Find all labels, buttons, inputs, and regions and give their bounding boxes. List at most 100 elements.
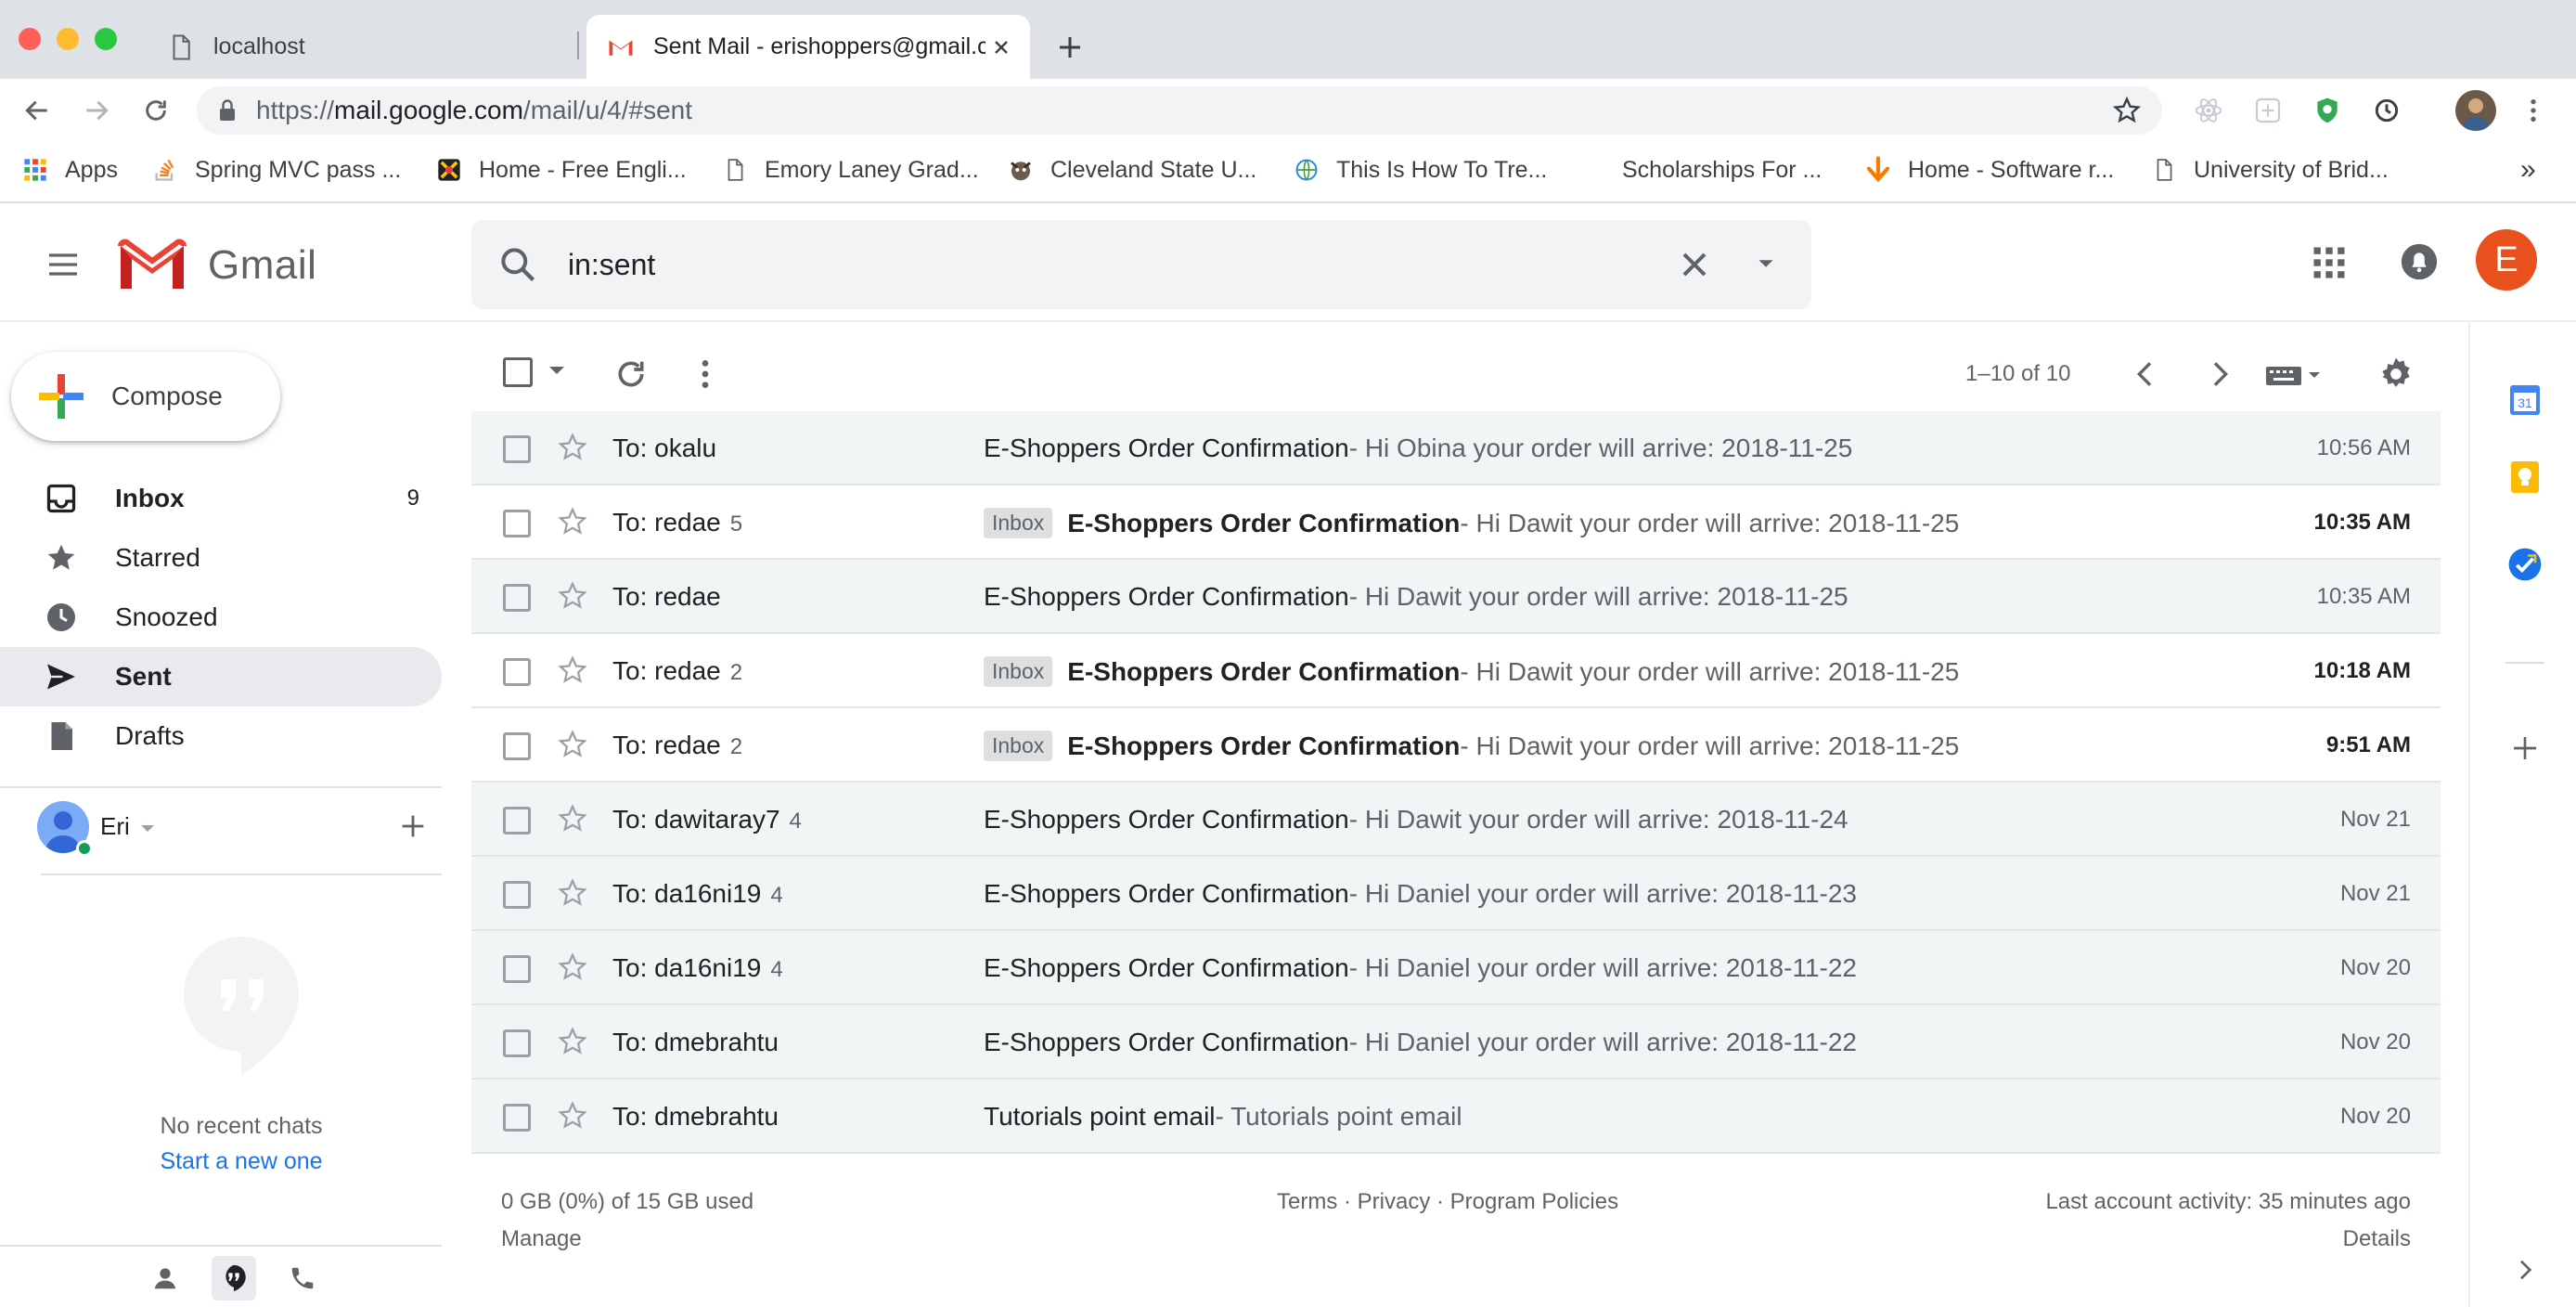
account-avatar[interactable]: E — [2476, 229, 2537, 291]
email-row[interactable]: To: redae E-Shoppers Order Confirmation … — [471, 560, 2441, 634]
keep-bulb-icon[interactable] — [2505, 458, 2544, 497]
star-toggle-icon[interactable] — [557, 877, 588, 909]
inbox-label-badge[interactable]: Inbox — [984, 731, 1053, 761]
search-input[interactable] — [568, 239, 1533, 291]
bookmark-star-icon[interactable] — [2112, 96, 2142, 125]
refresh-icon[interactable] — [612, 356, 650, 393]
nav-starred[interactable]: Starred — [0, 528, 442, 588]
compose-button[interactable]: Compose — [11, 352, 280, 441]
manage-storage-link[interactable]: Manage — [501, 1226, 582, 1252]
profile-avatar-icon[interactable] — [2455, 90, 2496, 131]
star-toggle-icon[interactable] — [557, 580, 588, 612]
star-toggle-icon[interactable] — [557, 803, 588, 835]
main-menu-icon[interactable] — [41, 242, 85, 287]
email-list: To: okalu E-Shoppers Order Confirmation … — [471, 411, 2441, 1154]
shield-extension-icon[interactable] — [2309, 92, 2346, 129]
email-row[interactable]: To: redae 2 Inbox E-Shoppers Order Confirm… — [471, 634, 2441, 708]
gmail-logo[interactable]: Gmail — [117, 239, 316, 292]
row-checkbox[interactable] — [503, 807, 531, 835]
search-options-icon[interactable] — [1752, 250, 1780, 278]
email-row[interactable]: To: dawitaray7 4 E-Shoppers Order Confirm… — [471, 783, 2441, 857]
email-row[interactable]: To: redae 5 Inbox E-Shoppers Order Confirm… — [471, 485, 2441, 560]
extension-puzzle-icon[interactable] — [2249, 92, 2286, 129]
browser-menu-icon[interactable] — [2515, 92, 2552, 129]
star-toggle-icon[interactable] — [557, 951, 588, 983]
star-toggle-icon[interactable] — [557, 1026, 588, 1057]
nav-drafts[interactable]: Drafts — [0, 706, 442, 766]
nav-snoozed[interactable]: Snoozed — [0, 588, 442, 647]
policy-links[interactable]: Terms · Privacy · Program Policies — [1277, 1189, 1618, 1215]
more-actions-icon[interactable] — [687, 356, 724, 393]
more-bookmarks-button[interactable]: » — [2520, 153, 2536, 187]
row-checkbox[interactable] — [503, 955, 531, 983]
sync-extension-icon[interactable] — [2368, 92, 2405, 129]
new-tab-button[interactable] — [1050, 28, 1089, 67]
row-checkbox[interactable] — [503, 510, 531, 537]
bookmark-spring-mvc[interactable]: Spring MVC pass ... — [150, 153, 401, 187]
browser-tab-sent-mail[interactable]: Sent Mail - erishoppers@gmail.com — [586, 15, 1030, 79]
expand-panel-chevron-icon[interactable] — [2505, 1250, 2544, 1289]
google-apps-icon[interactable] — [2309, 242, 2350, 283]
clear-search-icon[interactable] — [1674, 244, 1715, 285]
chevron-down-icon[interactable] — [139, 823, 156, 835]
select-all-checkbox[interactable] — [503, 357, 533, 387]
tasks-check-icon[interactable] — [2505, 545, 2544, 584]
row-checkbox[interactable] — [503, 658, 531, 686]
row-checkbox[interactable] — [503, 584, 531, 612]
hangouts-chat-tab-icon[interactable] — [212, 1256, 256, 1301]
input-tools-keyboard-icon[interactable] — [2264, 361, 2324, 389]
browser-tab-localhost[interactable]: localhost — [158, 15, 575, 79]
calendar-icon[interactable]: 31 — [2505, 380, 2544, 419]
bookmark-free-english[interactable]: Home - Free Engli... — [434, 153, 687, 187]
star-toggle-icon[interactable] — [557, 1100, 588, 1132]
bookmark-cleveland-state[interactable]: Cleveland State U... — [1006, 153, 1256, 187]
star-toggle-icon[interactable] — [557, 506, 588, 537]
search-icon[interactable] — [497, 244, 538, 285]
star-toggle-icon[interactable] — [557, 654, 588, 686]
notifications-bell-icon[interactable] — [2398, 240, 2441, 283]
settings-gear-icon[interactable] — [2377, 356, 2415, 393]
row-checkbox[interactable] — [503, 435, 531, 463]
bookmark-apps[interactable]: Apps — [20, 153, 118, 187]
select-dropdown-icon[interactable] — [547, 365, 566, 378]
get-addons-plus-icon[interactable] — [2505, 729, 2544, 768]
hangouts-user-switcher[interactable]: Eri — [37, 801, 445, 875]
new-conversation-plus-icon[interactable] — [397, 810, 429, 842]
close-tab-icon[interactable] — [985, 32, 1017, 63]
bookmark-scholarships[interactable]: Scholarships For ... — [1622, 153, 1822, 187]
reload-button[interactable] — [137, 92, 174, 129]
nav-inbox[interactable]: Inbox 9 — [0, 469, 442, 528]
star-toggle-icon[interactable] — [557, 729, 588, 760]
bookmark-emory-laney[interactable]: Emory Laney Grad... — [720, 153, 979, 187]
nav-sent[interactable]: Sent — [0, 647, 442, 706]
back-button[interactable] — [19, 92, 56, 129]
bookmark-this-is-how[interactable]: This Is How To Tre... — [1292, 153, 1547, 187]
bookmark-software[interactable]: Home - Software r... — [1863, 153, 2114, 187]
bookmark-university[interactable]: University of Brid... — [2149, 153, 2389, 187]
email-row[interactable]: To: okalu E-Shoppers Order Confirmation … — [471, 411, 2441, 485]
email-row[interactable]: To: redae 2 Inbox E-Shoppers Order Confirm… — [471, 708, 2441, 783]
email-row[interactable]: To: dmebrahtu E-Shoppers Order Confirmat… — [471, 1005, 2441, 1080]
older-chevron-right-icon[interactable] — [2201, 356, 2238, 393]
contacts-person-icon[interactable] — [143, 1256, 187, 1301]
address-bar[interactable]: https://mail.google.com/mail/u/4/#sent — [197, 86, 2162, 135]
maximize-window-button[interactable] — [95, 28, 117, 50]
start-new-chat-link[interactable]: Start a new one — [93, 1148, 390, 1175]
inbox-label-badge[interactable]: Inbox — [984, 656, 1053, 687]
row-checkbox[interactable] — [503, 1104, 531, 1132]
row-checkbox[interactable] — [503, 732, 531, 760]
react-devtools-icon[interactable] — [2190, 92, 2227, 129]
row-checkbox[interactable] — [503, 881, 531, 909]
row-checkbox[interactable] — [503, 1029, 531, 1057]
inbox-label-badge[interactable]: Inbox — [984, 508, 1053, 538]
forward-button[interactable] — [78, 92, 115, 129]
phone-icon[interactable] — [280, 1256, 325, 1301]
close-window-button[interactable] — [19, 28, 41, 50]
email-row[interactable]: To: da16ni19 4 E-Shoppers Order Confirmat… — [471, 931, 2441, 1005]
email-row[interactable]: To: dmebrahtu Tutorials point email - Tu… — [471, 1080, 2441, 1154]
star-toggle-icon[interactable] — [557, 432, 588, 463]
email-row[interactable]: To: da16ni19 4 E-Shoppers Order Confirmat… — [471, 857, 2441, 931]
activity-details-link[interactable]: Details — [2343, 1226, 2411, 1252]
minimize-window-button[interactable] — [57, 28, 79, 50]
newer-chevron-left-icon[interactable] — [2127, 356, 2164, 393]
